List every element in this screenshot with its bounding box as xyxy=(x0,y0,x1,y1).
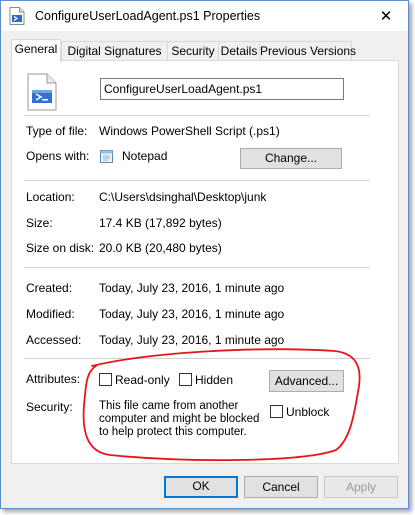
tab-security[interactable]: Security xyxy=(167,41,219,61)
notepad-icon xyxy=(100,150,113,163)
general-panel: Type of file: Windows PowerShell Script … xyxy=(11,60,399,464)
file-name-field[interactable] xyxy=(100,78,344,100)
close-button[interactable]: ✕ xyxy=(364,1,408,31)
tab-general[interactable]: General xyxy=(11,39,61,62)
powershell-file-large-icon xyxy=(27,73,57,111)
unblock-label: Unblock xyxy=(286,405,330,419)
cancel-button[interactable]: Cancel xyxy=(244,476,318,498)
opens-with-label: Opens with: xyxy=(26,149,90,163)
close-icon: ✕ xyxy=(379,8,393,25)
hidden-label: Hidden xyxy=(195,373,234,387)
security-label: Security: xyxy=(26,400,73,414)
attributes-label: Attributes: xyxy=(26,372,81,386)
read-only-checkbox[interactable] xyxy=(99,373,112,386)
separator xyxy=(24,115,370,116)
location-label: Location: xyxy=(26,190,75,204)
separator xyxy=(24,358,370,359)
type-label: Type of file: xyxy=(26,124,88,138)
separator xyxy=(24,267,370,268)
modified-label: Modified: xyxy=(26,307,75,321)
size-value: 17.4 KB (17,892 bytes) xyxy=(99,216,222,230)
created-label: Created: xyxy=(26,281,73,295)
properties-window: ConfigureUserLoadAgent.ps1 Properties ✕ … xyxy=(0,0,409,509)
security-note: This file came from another computer and… xyxy=(99,400,260,438)
separator xyxy=(24,180,370,181)
modified-value: Today, July 23, 2016, 1 minute ago xyxy=(99,307,285,321)
size-on-disk-label: Size on disk: xyxy=(26,241,95,255)
type-value: Windows PowerShell Script (.ps1) xyxy=(99,124,280,138)
accessed-value: Today, July 23, 2016, 1 minute ago xyxy=(99,333,285,347)
location-value: C:\Users\dsinghal\Desktop\junk xyxy=(99,190,267,204)
powershell-file-icon xyxy=(9,7,25,25)
change-button[interactable]: Change... xyxy=(240,148,342,169)
accessed-label: Accessed: xyxy=(26,333,82,347)
tab-digital-signatures[interactable]: Digital Signatures xyxy=(61,41,168,61)
tab-details[interactable]: Details xyxy=(218,41,260,61)
read-only-label: Read-only xyxy=(115,373,170,387)
apply-button[interactable]: Apply xyxy=(324,476,398,498)
opens-with-value: Notepad xyxy=(122,149,168,163)
advanced-button[interactable]: Advanced... xyxy=(269,370,344,392)
hidden-checkbox[interactable] xyxy=(179,373,192,386)
window-title: ConfigureUserLoadAgent.ps1 Properties xyxy=(35,9,261,23)
unblock-checkbox[interactable] xyxy=(270,405,283,418)
size-on-disk-value: 20.0 KB (20,480 bytes) xyxy=(99,241,222,255)
ok-button[interactable]: OK xyxy=(164,476,238,498)
tab-previous-versions[interactable]: Previous Versions xyxy=(259,41,356,61)
size-label: Size: xyxy=(26,216,53,230)
title-bar: ConfigureUserLoadAgent.ps1 Properties ✕ xyxy=(1,1,408,31)
created-value: Today, July 23, 2016, 1 minute ago xyxy=(99,281,285,295)
